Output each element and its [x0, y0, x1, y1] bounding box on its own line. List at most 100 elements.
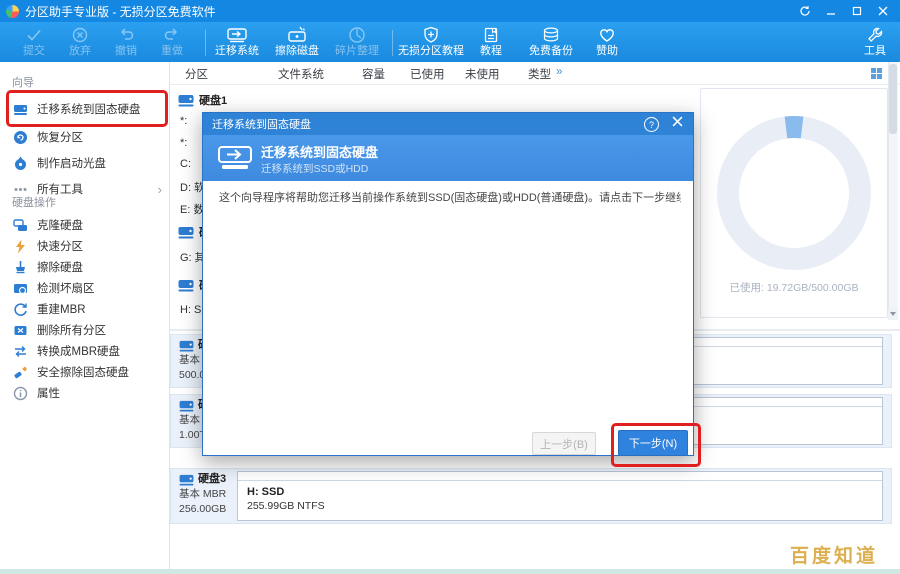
window-controls [792, 0, 896, 22]
annotation-box-next-button [611, 423, 701, 467]
dialog-close-icon[interactable] [672, 116, 683, 130]
col-filesystem[interactable]: 文件系统 [278, 66, 324, 82]
window-title: 分区助手专业版 - 无损分区免费软件 [25, 4, 216, 19]
list-row-partition[interactable]: C: [180, 158, 191, 170]
title-bar: 分区助手专业版 - 无损分区免费软件 [0, 0, 900, 22]
col-capacity[interactable]: 容量 [362, 66, 385, 82]
disk-icon [178, 279, 194, 291]
list-row-disk1[interactable]: 硬盘1 [178, 92, 227, 108]
partition-detail: 255.99GB NTFS [247, 500, 325, 512]
bad-sector-check-icon [14, 283, 27, 295]
toolbar-tools-button[interactable]: 工具 [852, 26, 898, 58]
sidebar-item-recover-partition[interactable]: 恢复分区 [10, 126, 162, 148]
clone-disk-icon [13, 218, 27, 231]
shield-plus-icon [424, 26, 438, 43]
disk-icon [178, 226, 194, 238]
migrate-disk-icon [227, 28, 247, 43]
sidebar-item-quick-partition[interactable]: 快速分区 [10, 235, 162, 257]
minimize-button[interactable] [818, 0, 844, 22]
lightning-icon [16, 239, 25, 253]
layout-grid-icon[interactable] [871, 68, 882, 79]
feedback-refresh-icon[interactable] [792, 0, 818, 22]
tools-wrench-icon [868, 27, 883, 42]
pie-clock-icon [349, 27, 365, 43]
toolbar-redo-button[interactable]: 重做 [150, 26, 194, 58]
dialog-header: 迁移系统到固态硬盘 迁移系统到SSD或HDD [203, 135, 693, 181]
sidebar-item-convert-to-mbr[interactable]: 转换成MBR硬盘 [10, 340, 162, 362]
usage-label: 已使用: 19.72GB/500.00GB [729, 282, 859, 294]
sidebar-item-rebuild-mbr[interactable]: 重建MBR [10, 298, 162, 320]
sidebar-section-disk-ops: 硬盘操作 [12, 197, 56, 209]
dialog-title: 迁移系统到固态硬盘 [212, 119, 311, 131]
migrate-os-dialog: 迁移系统到固态硬盘 ? 迁移系统到固态硬盘 迁移系统到SSD或HDD 这个向导程… [202, 112, 694, 456]
usage-donut-chart [717, 116, 871, 270]
list-header: 分区 文件系统 容量 已使用 未使用 类型 » [170, 62, 900, 85]
migrate-disk-icon [218, 146, 252, 169]
list-row-partition[interactable]: *: [180, 137, 187, 149]
chevron-right-icon: › [157, 181, 162, 197]
close-button[interactable] [870, 0, 896, 22]
recover-icon [14, 130, 27, 144]
sidebar-section-wizard: 向导 [12, 77, 34, 89]
col-type[interactable]: 类型 [528, 66, 551, 82]
sidebar: 向导 迁移系统到固态硬盘 恢复分区 制作启动光盘 所有工具 › 硬盘操作 克隆硬… [0, 62, 170, 574]
disk-icon [179, 474, 194, 486]
delete-partitions-icon [14, 325, 27, 335]
disk3-block[interactable]: 硬盘3 基本 MBR 256.00GB H: SSD 255.99GB NTFS [170, 468, 892, 524]
window-bottom-edge [0, 569, 900, 574]
toolbar-migrate-os-button[interactable]: 迁移系统 [210, 26, 264, 58]
toolbar-donate-button[interactable]: 赞助 [584, 26, 630, 58]
back-button[interactable]: 上一步(B) [532, 432, 596, 455]
secure-erase-icon [14, 366, 27, 378]
maximize-button[interactable] [844, 0, 870, 22]
disk-icon [178, 94, 194, 106]
check-icon [27, 29, 41, 41]
book-icon [484, 27, 498, 43]
toolbar-commit-button[interactable]: 提交 [12, 26, 56, 58]
toolbar: 提交 放弃 撤销 重做 迁移系统 擦除磁盘 碎片整理 无损分区教程 教程 免费备… [0, 22, 900, 62]
undo-icon [120, 28, 134, 40]
sidebar-item-secure-erase-ssd[interactable]: 安全擦除固态硬盘 [10, 361, 162, 383]
disk3-block-name: 硬盘3 [179, 472, 226, 487]
col-partition[interactable]: 分区 [185, 66, 208, 82]
partition-label: H: SSD [247, 486, 285, 498]
annotation-box-sidebar-migrate [6, 90, 168, 127]
disk-icon [179, 340, 194, 352]
toolbar-separator [392, 30, 393, 56]
dialog-body-text: 这个向导程序将帮助您迁移当前操作系统到SSD(固态硬盘)或HDD(普通硬盘)。请… [219, 192, 681, 204]
app-logo-icon [6, 4, 19, 18]
sidebar-item-clone-disk[interactable]: 克隆硬盘 [10, 214, 162, 236]
list-row-partition[interactable]: *: [180, 115, 187, 127]
sidebar-item-wipe-disk[interactable]: 擦除硬盘 [10, 256, 162, 278]
sidebar-item-make-bootable-cd[interactable]: 制作启动光盘 [10, 152, 162, 174]
dialog-header-subtitle: 迁移系统到SSD或HDD [261, 163, 369, 175]
col-unused[interactable]: 未使用 [465, 66, 500, 82]
bootable-cd-icon [15, 156, 26, 170]
dialog-header-title: 迁移系统到固态硬盘 [261, 145, 379, 160]
backup-stack-icon [543, 27, 559, 42]
toolbar-free-backup-button[interactable]: 免费备份 [520, 26, 582, 58]
toolbar-discard-button[interactable]: 放弃 [58, 26, 102, 58]
dialog-help-icon[interactable]: ? [644, 117, 659, 132]
sidebar-item-properties[interactable]: 属性 [10, 382, 162, 404]
heart-icon [600, 29, 614, 42]
toolbar-wipe-disk-button[interactable]: 擦除磁盘 [270, 26, 324, 58]
info-icon [13, 386, 28, 400]
col-more-chevron[interactable]: » [556, 66, 562, 78]
toolbar-lossless-tutorial-button[interactable]: 无损分区教程 [394, 26, 468, 58]
scrollbar-down-arrow[interactable] [888, 308, 898, 320]
disk3-partition-bar[interactable]: H: SSD 255.99GB NTFS [237, 471, 883, 521]
watermark: 百度知道 [789, 546, 878, 567]
toolbar-separator [205, 30, 206, 56]
sidebar-item-check-bad-sectors[interactable]: 检测坏扇区 [10, 277, 162, 299]
wipe-icon [16, 260, 25, 273]
toolbar-defrag-button[interactable]: 碎片整理 [330, 26, 384, 58]
usage-strip [238, 472, 882, 481]
disk-icon [179, 400, 194, 412]
redo-icon [164, 28, 178, 40]
col-used[interactable]: 已使用 [410, 66, 445, 82]
toolbar-undo-button[interactable]: 撤销 [104, 26, 148, 58]
toolbar-tutorial-button[interactable]: 教程 [468, 26, 514, 58]
sidebar-item-delete-all-partitions[interactable]: 删除所有分区 [10, 319, 162, 341]
scrollbar-thumb[interactable] [889, 64, 897, 134]
